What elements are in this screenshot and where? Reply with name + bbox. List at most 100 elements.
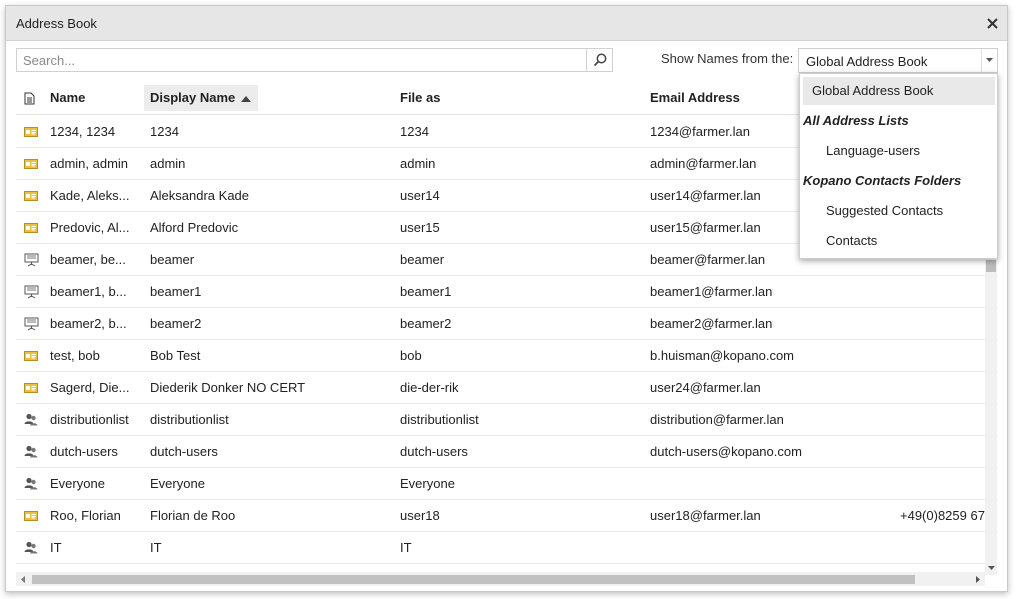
address-source-select[interactable]: Global Address Book bbox=[798, 48, 998, 73]
cell-display-name: 1234 bbox=[150, 124, 179, 139]
search-input[interactable] bbox=[17, 49, 587, 71]
cell-email: b.huisman@kopano.com bbox=[650, 348, 794, 363]
close-button[interactable] bbox=[983, 14, 1001, 32]
group-icon bbox=[24, 477, 38, 490]
contact-card-icon bbox=[24, 510, 38, 521]
row-type-icon-cell bbox=[24, 468, 44, 499]
select-arrow[interactable] bbox=[981, 49, 997, 72]
cell-email: user24@farmer.lan bbox=[650, 380, 761, 395]
scroll-left-button[interactable] bbox=[18, 574, 28, 584]
search-icon bbox=[593, 53, 606, 67]
column-header-display-name-label: Display Name bbox=[150, 90, 236, 105]
table-row[interactable]: IT IT IT bbox=[16, 532, 998, 564]
cell-name: test, bob bbox=[50, 348, 100, 363]
row-type-icon-cell bbox=[24, 532, 44, 563]
cell-email: dutch-users@kopano.com bbox=[650, 444, 802, 459]
arrow-left-icon bbox=[20, 575, 25, 583]
cell-name: 1234, 1234 bbox=[50, 124, 116, 139]
scroll-right-button[interactable] bbox=[973, 574, 983, 584]
dropdown-item-global-address-book[interactable]: Global Address Book bbox=[803, 77, 995, 105]
cell-display-name: beamer2 bbox=[150, 316, 202, 331]
table-row[interactable]: beamer2, b... beamer2 beamer2 beamer2@farme… bbox=[16, 308, 998, 340]
cell-name: dutch-users bbox=[50, 444, 118, 459]
search-box bbox=[16, 48, 613, 72]
dropdown-item-language-users[interactable]: Language-users bbox=[803, 137, 995, 165]
cell-display-name: beamer1 bbox=[150, 284, 202, 299]
cell-file-as: distributionlist bbox=[400, 412, 479, 427]
cell-name: Sagerd, Die... bbox=[50, 380, 130, 395]
table-row[interactable]: test, bob Bob Test bob b.huisman@kopano.com bbox=[16, 340, 998, 372]
projector-icon bbox=[24, 253, 39, 266]
column-header-file-as[interactable]: File as bbox=[394, 85, 634, 111]
close-icon bbox=[986, 17, 998, 29]
show-names-label: Show Names from the: bbox=[661, 51, 794, 66]
table-row[interactable]: distributionlist distributionlist distribu… bbox=[16, 404, 998, 436]
cell-file-as: user14 bbox=[400, 188, 440, 203]
contact-card-icon bbox=[24, 222, 38, 233]
cell-phone bbox=[900, 468, 998, 499]
cell-email: user18@farmer.lan bbox=[650, 508, 761, 523]
table-row[interactable]: beamer1, b... beamer1 beamer1 beamer1@farme… bbox=[16, 276, 998, 308]
dropdown-item-suggested-contacts[interactable]: Suggested Contacts bbox=[803, 197, 995, 225]
row-type-icon-cell bbox=[24, 340, 44, 371]
vertical-scrollbar-thumb[interactable] bbox=[986, 260, 996, 272]
scroll-down-button[interactable] bbox=[985, 563, 997, 573]
cell-name: Roo, Florian bbox=[50, 508, 121, 523]
row-type-icon-cell bbox=[24, 308, 44, 339]
row-type-icon-cell bbox=[24, 276, 44, 307]
group-icon bbox=[24, 445, 38, 458]
contact-card-icon bbox=[24, 382, 38, 393]
row-type-icon-cell bbox=[24, 180, 44, 211]
cell-file-as: user15 bbox=[400, 220, 440, 235]
dropdown-item-contacts[interactable]: Contacts bbox=[803, 227, 995, 255]
cell-display-name: distributionlist bbox=[150, 412, 229, 427]
chevron-down-icon bbox=[986, 58, 993, 62]
row-type-icon-cell bbox=[24, 148, 44, 179]
titlebar: Address Book bbox=[6, 6, 1007, 41]
projector-icon bbox=[24, 317, 39, 330]
cell-display-name: dutch-users bbox=[150, 444, 218, 459]
column-header-name[interactable]: Name bbox=[44, 85, 142, 111]
cell-display-name: IT bbox=[150, 540, 162, 555]
search-button[interactable] bbox=[586, 49, 612, 71]
cell-phone bbox=[900, 372, 998, 403]
cell-file-as: admin bbox=[400, 156, 436, 171]
row-type-icon-cell bbox=[24, 244, 44, 275]
row-type-icon-cell bbox=[24, 436, 44, 467]
cell-display-name: beamer bbox=[150, 252, 195, 267]
contact-card-icon bbox=[24, 190, 38, 201]
table-row[interactable]: Roo, Florian Florian de Roo user18 user18@f… bbox=[16, 500, 998, 532]
cell-display-name: Everyone bbox=[150, 476, 205, 491]
group-icon bbox=[24, 413, 38, 426]
cell-file-as: user18 bbox=[400, 508, 440, 523]
cell-name: Predovic, Al... bbox=[50, 220, 130, 235]
cell-name: Kade, Aleks... bbox=[50, 188, 130, 203]
column-header-display-name[interactable]: Display Name bbox=[144, 85, 258, 111]
dropdown-item-all-address-lists: All Address Lists bbox=[803, 113, 909, 128]
row-type-icon-cell bbox=[24, 372, 44, 403]
cell-email bbox=[650, 532, 890, 563]
table-row[interactable]: Sagerd, Die... Diederik Donker NO CERT die… bbox=[16, 372, 998, 404]
row-type-icon-cell bbox=[24, 116, 44, 147]
cell-display-name: Aleksandra Kade bbox=[150, 188, 250, 203]
contact-card-icon bbox=[24, 158, 38, 169]
horizontal-scrollbar-thumb[interactable] bbox=[32, 575, 915, 584]
row-type-icon-cell bbox=[24, 404, 44, 435]
document-icon bbox=[24, 92, 35, 105]
table-row[interactable]: Everyone Everyone Everyone bbox=[16, 468, 998, 500]
column-header-type[interactable] bbox=[18, 85, 44, 111]
cell-phone bbox=[900, 532, 998, 563]
table-row[interactable]: dutch-users dutch-users dutch-users dutch-u… bbox=[16, 436, 998, 468]
cell-file-as: beamer bbox=[400, 252, 445, 267]
cell-file-as: dutch-users bbox=[400, 444, 468, 459]
cell-name: beamer, be... bbox=[50, 252, 126, 267]
cell-phone: +49(0)8259 67 bbox=[900, 508, 985, 523]
cell-name: beamer1, b... bbox=[50, 284, 127, 299]
cell-display-name: Diederik Donker NO CERT bbox=[150, 380, 306, 395]
projector-icon bbox=[24, 285, 39, 298]
cell-file-as: 1234 bbox=[400, 124, 429, 139]
horizontal-scrollbar[interactable] bbox=[16, 572, 985, 586]
cell-name: beamer2, b... bbox=[50, 316, 127, 331]
vertical-scrollbar[interactable] bbox=[985, 260, 997, 575]
arrow-down-icon bbox=[987, 565, 995, 570]
